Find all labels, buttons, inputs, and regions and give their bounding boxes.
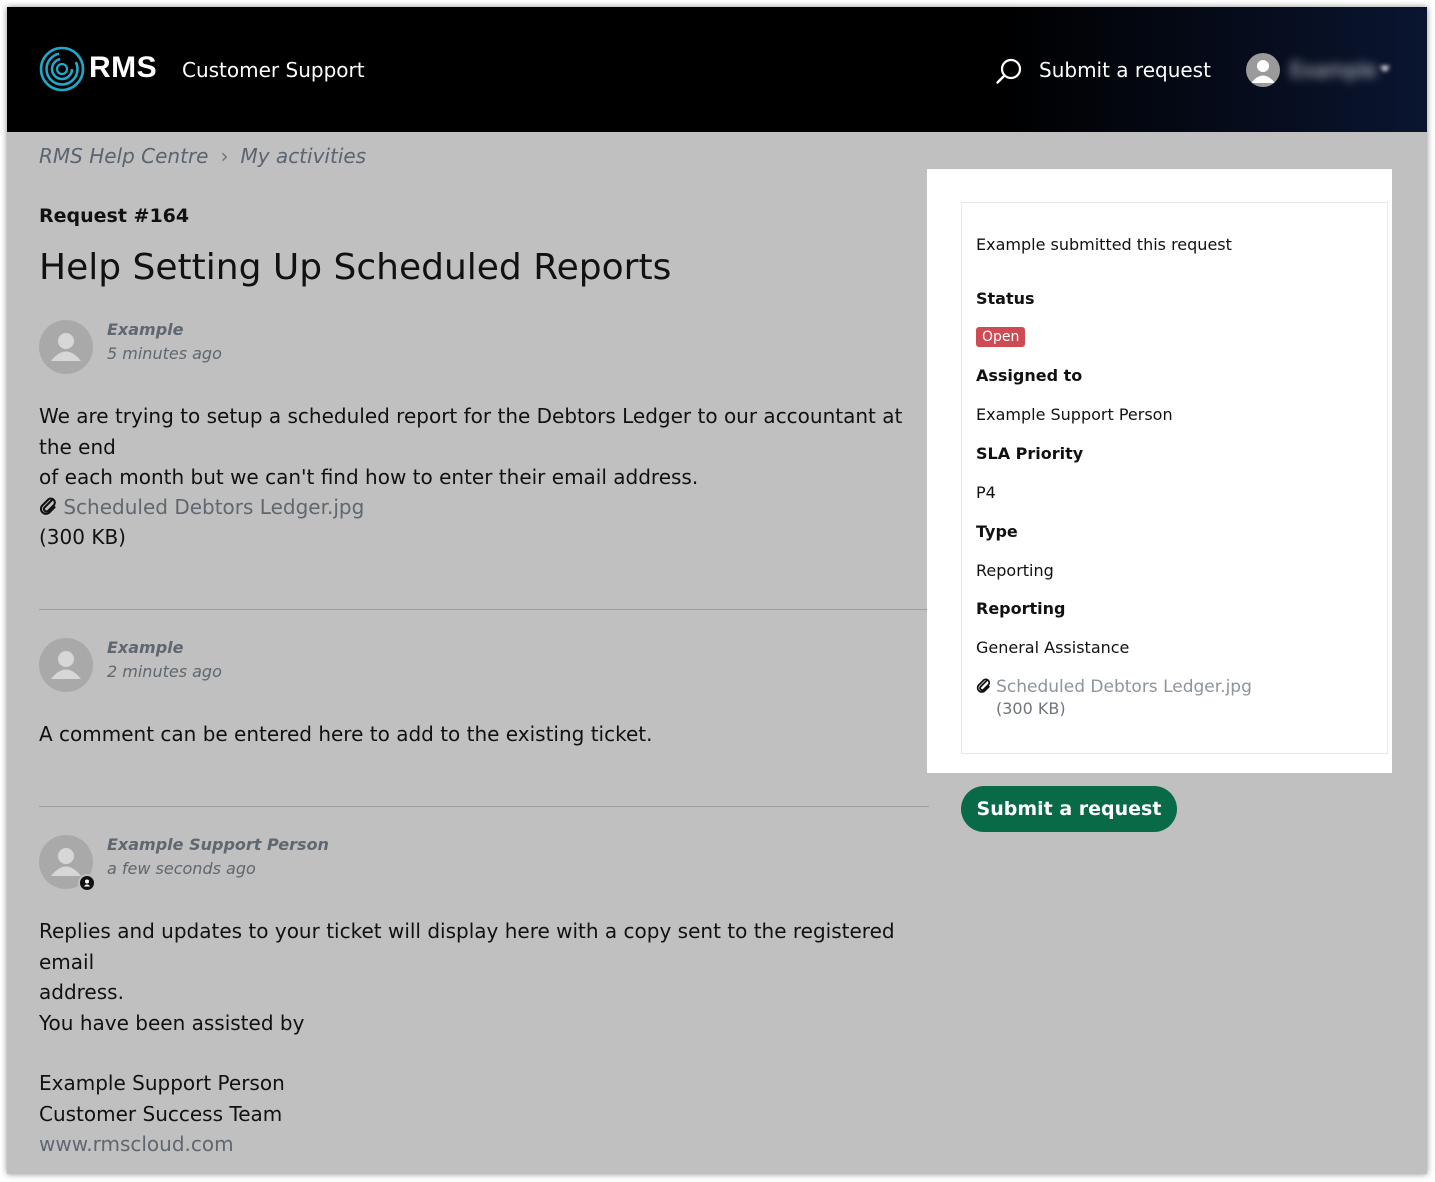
rms-logo-icon[interactable] — [39, 46, 85, 92]
comment-author: Example Support Person — [107, 835, 329, 854]
paperclip-icon — [976, 678, 990, 693]
page-frame: RMS Customer Support Submit a request Ex… — [7, 7, 1427, 1174]
sidebar-attachment-link[interactable]: Scheduled Debtors Ledger.jpg — [996, 677, 1252, 697]
sla-label: SLA Priority — [976, 444, 1084, 463]
comment-line — [39, 1038, 934, 1068]
comment-time: 5 minutes ago — [107, 344, 222, 363]
avatar — [39, 638, 93, 692]
attachment-size: (300 KB) — [39, 525, 126, 549]
page-title: Help Setting Up Scheduled Reports — [39, 247, 672, 288]
comment-line: Customer Success Team — [39, 1101, 283, 1126]
comment-body: We are trying to setup a scheduled repor… — [39, 401, 934, 493]
user-avatar[interactable] — [1246, 53, 1280, 87]
user-name[interactable]: Example — [1290, 58, 1377, 82]
paperclip-icon — [39, 497, 56, 515]
comment-body: A comment can be entered here to add to … — [39, 719, 934, 750]
sidebar-attachment: Scheduled Debtors Ledger.jpg (300 KB) — [976, 677, 1252, 718]
comment-line: address. — [39, 980, 124, 1004]
breadcrumb-item-help-centre[interactable]: RMS Help Centre — [39, 144, 208, 168]
agent-badge-icon — [78, 874, 96, 892]
reporting-label: Reporting — [976, 599, 1066, 618]
request-details-panel: Example submitted this request Status Op… — [927, 169, 1392, 773]
avatar — [39, 320, 93, 374]
top-header: RMS Customer Support Submit a request Ex… — [7, 7, 1427, 132]
comment-line: Replies and updates to your ticket will … — [39, 919, 895, 974]
comment-line: We are trying to setup a scheduled repor… — [39, 404, 903, 459]
header-submit-request-link[interactable]: Submit a request — [1039, 58, 1211, 82]
submit-request-button[interactable]: Submit a request — [961, 786, 1177, 832]
attachment-link[interactable]: Scheduled Debtors Ledger.jpg — [63, 495, 364, 519]
assigned-label: Assigned to — [976, 366, 1083, 385]
comment-time: 2 minutes ago — [107, 662, 222, 681]
request-number: Request #164 — [39, 205, 190, 227]
submitted-by: Example submitted this request — [976, 235, 1232, 254]
user-icon — [51, 651, 81, 679]
request-details-card: Example submitted this request Status Op… — [961, 202, 1388, 754]
comment-line: A comment can be entered here to add to … — [39, 722, 653, 746]
user-icon — [51, 333, 81, 361]
breadcrumb-separator: › — [220, 144, 229, 168]
comment-body: Replies and updates to your ticket will … — [39, 916, 934, 1160]
breadcrumb-item-my-activities[interactable]: My activities — [240, 144, 366, 168]
reporting-value: General Assistance — [976, 638, 1130, 657]
attachment: Scheduled Debtors Ledger.jpg (300 KB) — [39, 492, 364, 552]
type-value: Reporting — [976, 561, 1054, 580]
sidebar-attachment-size: (300 KB) — [996, 699, 1066, 718]
status-label: Status — [976, 289, 1035, 308]
website-link[interactable]: www.rmscloud.com — [39, 1129, 934, 1160]
assigned-value: Example Support Person — [976, 405, 1173, 424]
comment-line: Example Support Person — [39, 1071, 285, 1095]
divider — [39, 806, 929, 807]
comment-line: of each month but we can't find how to e… — [39, 465, 699, 489]
brand-name[interactable]: RMS — [89, 51, 157, 85]
portal-name: Customer Support — [182, 58, 365, 82]
chevron-down-icon[interactable] — [1380, 66, 1390, 72]
status-badge: Open — [976, 327, 1026, 347]
user-icon — [1251, 60, 1275, 83]
comment-author: Example — [107, 638, 184, 657]
sla-value: P4 — [976, 483, 996, 502]
comment-author: Example — [107, 320, 184, 339]
comment-time: a few seconds ago — [107, 859, 256, 878]
comment-line: You have been assisted by — [39, 1010, 305, 1035]
type-label: Type — [976, 522, 1018, 541]
divider — [39, 609, 929, 610]
search-icon[interactable] — [995, 57, 1023, 85]
breadcrumb: RMS Help Centre › My activities — [39, 144, 366, 168]
